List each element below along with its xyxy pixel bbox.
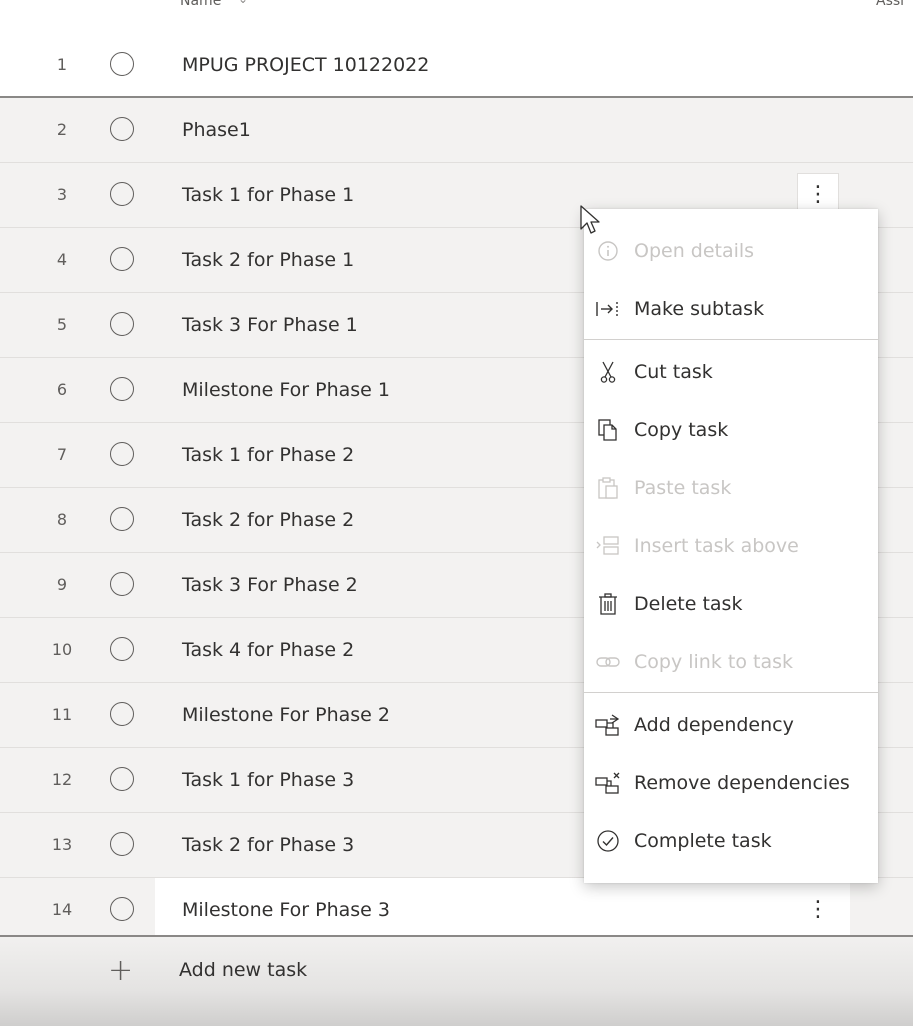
menu-item-label: Copy link to task <box>634 651 793 673</box>
task-title[interactable]: Task 3 For Phase 2 <box>182 553 358 617</box>
table-row-selected[interactable]: 14 Milestone For Phase 3 ⋮ <box>0 878 913 943</box>
complete-circle-icon[interactable] <box>110 767 134 791</box>
row-number: 13 <box>51 835 73 854</box>
menu-item-open-details[interactable]: Open details <box>584 222 878 280</box>
complete-circle-icon[interactable] <box>110 377 134 401</box>
paste-icon <box>594 476 622 500</box>
menu-divider <box>584 692 878 693</box>
copy-icon <box>594 418 622 442</box>
plus-icon[interactable]: + <box>108 953 133 988</box>
menu-item-label: Open details <box>634 240 755 262</box>
row-number: 8 <box>56 510 68 529</box>
row-number: 7 <box>56 445 68 464</box>
remove-dependency-icon <box>594 771 622 795</box>
menu-item-label: Cut task <box>634 361 713 383</box>
menu-item-complete-task[interactable]: Complete task <box>584 812 878 870</box>
row-number: 6 <box>56 380 68 399</box>
task-title[interactable]: Phase1 <box>182 98 251 162</box>
menu-item-label: Make subtask <box>634 298 765 320</box>
more-options-icon[interactable]: ⋮ <box>797 888 839 932</box>
scissors-icon <box>594 360 622 384</box>
row-number: 10 <box>51 640 73 659</box>
complete-circle-icon[interactable] <box>110 897 134 921</box>
mouse-pointer-icon <box>580 205 602 241</box>
table-row[interactable]: 2 Phase1 <box>0 98 913 163</box>
table-row[interactable]: 1 MPUG PROJECT 10122022 <box>0 33 913 98</box>
row-number: 1 <box>56 55 68 74</box>
add-task-bar[interactable]: + Add new task <box>0 935 913 1026</box>
task-title[interactable]: Task 2 for Phase 3 <box>182 813 354 877</box>
complete-circle-icon[interactable] <box>110 52 134 76</box>
chevron-down-icon[interactable]: ⌄ <box>238 0 248 6</box>
row-number: 11 <box>51 705 73 724</box>
row-number: 12 <box>51 770 73 789</box>
menu-divider <box>584 339 878 340</box>
task-title[interactable]: Task 2 for Phase 2 <box>182 488 354 552</box>
task-title[interactable]: MPUG PROJECT 10122022 <box>182 33 429 97</box>
complete-circle-icon[interactable] <box>110 117 134 141</box>
menu-item-label: Copy task <box>634 419 729 441</box>
menu-item-paste-task[interactable]: Paste task <box>584 459 878 517</box>
menu-item-label: Remove dependencies <box>634 772 850 794</box>
column-header-name[interactable]: Name <box>180 0 221 9</box>
task-title[interactable]: Task 3 For Phase 1 <box>182 293 358 357</box>
complete-circle-icon[interactable] <box>110 832 134 856</box>
task-title[interactable]: Milestone For Phase 3 <box>182 878 390 942</box>
row-number: 2 <box>56 120 68 139</box>
grid-header: Name ⌄ Assi <box>0 0 913 34</box>
task-title[interactable]: Milestone For Phase 1 <box>182 358 390 422</box>
task-title[interactable]: Milestone For Phase 2 <box>182 683 390 747</box>
task-title[interactable]: Task 2 for Phase 1 <box>182 228 354 292</box>
row-number: 14 <box>51 900 73 919</box>
link-icon <box>594 651 622 673</box>
column-header-assigned[interactable]: Assi <box>876 0 904 9</box>
task-title[interactable]: Task 1 for Phase 2 <box>182 423 354 487</box>
complete-circle-icon[interactable] <box>110 507 134 531</box>
task-title[interactable]: Task 1 for Phase 1 <box>182 163 354 227</box>
row-number: 3 <box>56 185 68 204</box>
complete-circle-icon[interactable] <box>110 702 134 726</box>
indent-icon <box>594 298 622 320</box>
add-new-task-button[interactable]: Add new task <box>179 959 307 981</box>
row-number: 4 <box>56 250 68 269</box>
complete-circle-icon[interactable] <box>110 572 134 596</box>
menu-item-label: Add dependency <box>634 714 794 736</box>
task-title[interactable]: Task 4 for Phase 2 <box>182 618 354 682</box>
row-number: 9 <box>56 575 68 594</box>
complete-circle-icon[interactable] <box>110 312 134 336</box>
menu-item-remove-dependencies[interactable]: Remove dependencies <box>584 754 878 812</box>
complete-circle-icon[interactable] <box>110 247 134 271</box>
menu-item-copy-link[interactable]: Copy link to task <box>584 633 878 691</box>
insert-above-icon <box>594 534 622 558</box>
menu-item-label: Paste task <box>634 477 732 499</box>
menu-item-cut-task[interactable]: Cut task <box>584 343 878 401</box>
menu-item-label: Complete task <box>634 830 772 852</box>
menu-item-label: Delete task <box>634 593 743 615</box>
menu-item-delete-task[interactable]: Delete task <box>584 575 878 633</box>
menu-item-insert-task-above[interactable]: Insert task above <box>584 517 878 575</box>
check-circle-icon <box>594 829 622 853</box>
complete-circle-icon[interactable] <box>110 637 134 661</box>
task-context-menu: Open details Make subtask Cut task Copy … <box>584 209 878 883</box>
complete-circle-icon[interactable] <box>110 182 134 206</box>
add-dependency-icon <box>594 713 622 737</box>
row-number: 5 <box>56 315 68 334</box>
menu-item-add-dependency[interactable]: Add dependency <box>584 696 878 754</box>
complete-circle-icon[interactable] <box>110 442 134 466</box>
trash-icon <box>594 592 622 616</box>
menu-item-make-subtask[interactable]: Make subtask <box>584 280 878 338</box>
task-title[interactable]: Task 1 for Phase 3 <box>182 748 354 812</box>
menu-item-copy-task[interactable]: Copy task <box>584 401 878 459</box>
menu-item-label: Insert task above <box>634 535 799 557</box>
info-icon <box>594 240 622 262</box>
